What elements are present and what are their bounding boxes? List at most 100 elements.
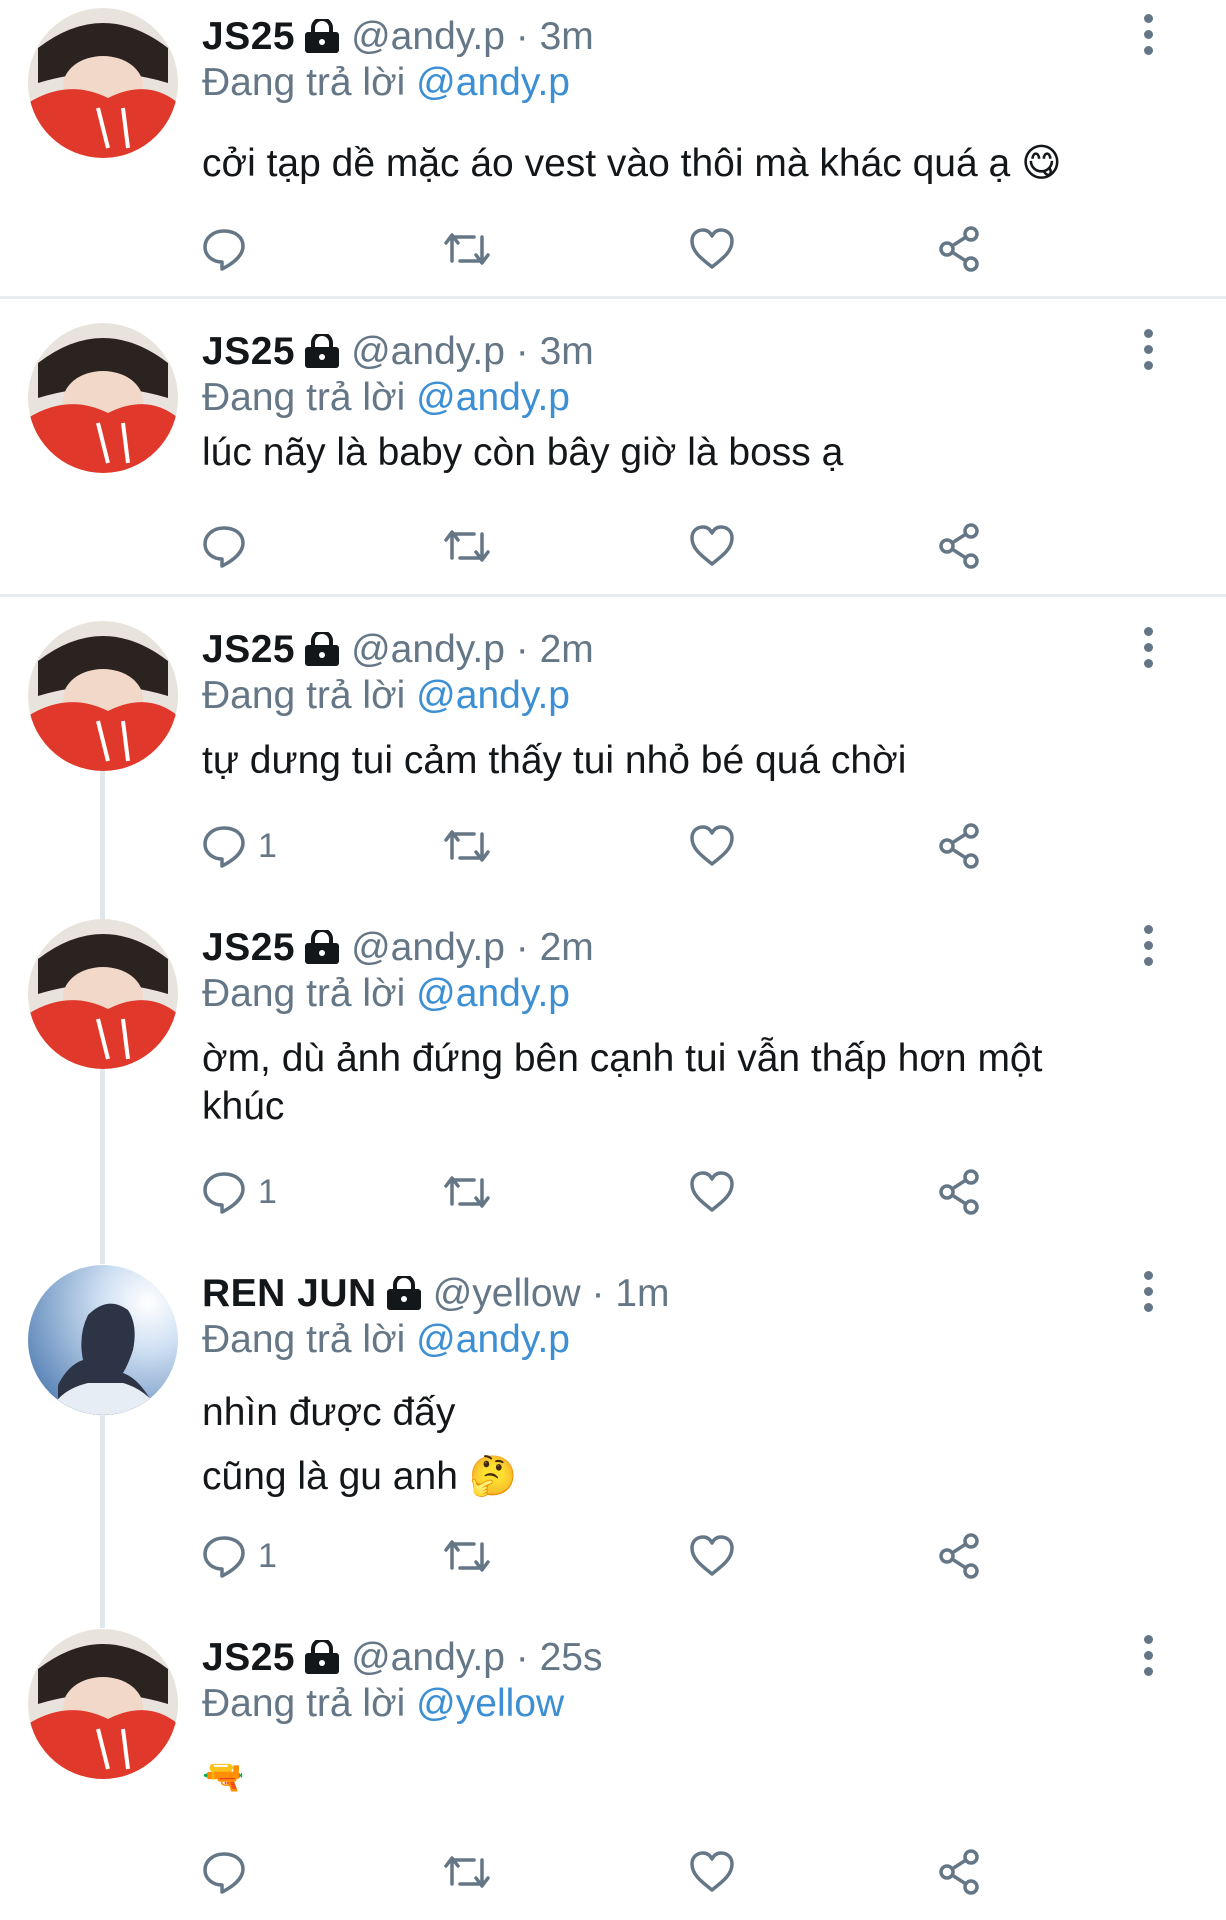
reply-button[interactable]: 1 [200, 1529, 277, 1583]
tweet[interactable]: JS25 @andy.p · 25s Đang trả lời @yellow 🔫 [0, 1605, 1226, 1920]
reply-mention[interactable]: @andy.p [416, 376, 570, 419]
more-vertical-icon[interactable] [1130, 14, 1166, 74]
display-name[interactable]: JS25 [202, 15, 295, 58]
user-handle[interactable]: @andy.p [351, 330, 505, 373]
more-vertical-icon[interactable] [1130, 1635, 1166, 1695]
timestamp[interactable]: 1m [615, 1272, 669, 1315]
more-vertical-icon[interactable] [1130, 925, 1166, 985]
tweet-actions [200, 1845, 1000, 1905]
timestamp[interactable]: 25s [540, 1636, 603, 1679]
lock-icon [303, 630, 341, 677]
display-name[interactable]: JS25 [202, 1636, 295, 1679]
tweet[interactable]: JS25 @andy.p · 3m Đang trả lời @andy.p cở… [0, 0, 1226, 296]
tweet-header: JS25 @andy.p · 2m [202, 627, 594, 677]
lock-icon [303, 332, 341, 379]
like-button[interactable] [688, 1845, 736, 1899]
reply-icon [203, 826, 245, 868]
heart-icon [690, 1171, 734, 1212]
share-icon [939, 1169, 979, 1215]
reply-button[interactable]: 1 [200, 819, 277, 873]
reply-count: 1 [258, 826, 277, 865]
tweet-text: tự dưng tui cảm thấy tui nhỏ bé quá chời [202, 737, 1142, 785]
tweet-header: JS25 @andy.p · 3m [202, 14, 594, 64]
like-button[interactable] [688, 1529, 736, 1583]
display-name[interactable]: JS25 [202, 926, 295, 969]
more-vertical-icon[interactable] [1130, 329, 1166, 389]
reply-button[interactable] [200, 222, 258, 276]
tweet[interactable]: JS25 @andy.p · 2m Đang trả lời @andy.p tự… [0, 597, 1226, 895]
timestamp[interactable]: 3m [540, 15, 594, 58]
tweet[interactable]: REN JUN @yellow · 1m Đang trả lời @andy.p… [0, 1241, 1226, 1605]
tweet-actions: 1 [200, 1529, 1000, 1589]
heart-icon [690, 1851, 734, 1892]
tweet[interactable]: JS25 @andy.p · 2m Đang trả lời @andy.p ờm… [0, 895, 1226, 1241]
more-vertical-icon[interactable] [1130, 627, 1166, 687]
share-button[interactable] [935, 519, 985, 573]
retweet-button[interactable] [440, 819, 494, 873]
tweet-text: lúc nãy là baby còn bây giờ là boss ạ [202, 429, 1142, 477]
avatar[interactable] [28, 8, 178, 158]
like-button[interactable] [688, 519, 736, 573]
reply-prefix: Đang trả lời [202, 1682, 406, 1725]
avatar[interactable] [28, 621, 178, 771]
share-button[interactable] [935, 819, 985, 873]
timestamp[interactable]: 3m [540, 330, 594, 373]
reply-count: 1 [258, 1172, 277, 1211]
tweet-actions [200, 222, 1000, 282]
retweet-button[interactable] [440, 222, 494, 276]
reply-mention[interactable]: @andy.p [416, 674, 570, 717]
user-handle[interactable]: @andy.p [351, 1636, 505, 1679]
reply-context: Đang trả lời @andy.p [202, 673, 570, 719]
user-handle[interactable]: @andy.p [351, 926, 505, 969]
retweet-icon [444, 830, 490, 862]
share-button[interactable] [935, 1529, 985, 1583]
more-vertical-icon[interactable] [1130, 1271, 1166, 1331]
tweet[interactable]: JS25 @andy.p · 3m Đang trả lời @andy.p lú… [0, 299, 1226, 593]
separator-dot: · [515, 15, 529, 58]
reply-mention[interactable]: @andy.p [416, 1318, 570, 1361]
display-name[interactable]: JS25 [202, 330, 295, 373]
heart-icon [690, 525, 734, 566]
user-handle[interactable]: @andy.p [351, 15, 505, 58]
retweet-button[interactable] [440, 519, 494, 573]
reply-count: 1 [258, 1536, 277, 1575]
retweet-button[interactable] [440, 1165, 494, 1219]
display-name[interactable]: JS25 [202, 628, 295, 671]
tweet-text-line: nhìn được đấy [202, 1391, 456, 1434]
avatar[interactable] [28, 1265, 178, 1415]
like-button[interactable] [688, 819, 736, 873]
tweet-header: JS25 @andy.p · 2m [202, 925, 594, 975]
separator-dot: · [515, 330, 529, 373]
tweet-text-line: ờm, dù ảnh đứng bên cạnh tui vẫn thấp hơ… [202, 1037, 1043, 1128]
like-button[interactable] [688, 222, 736, 276]
lock-icon [303, 928, 341, 975]
avatar[interactable] [28, 323, 178, 473]
reply-mention[interactable]: @andy.p [416, 61, 570, 104]
tweet-actions [200, 519, 1000, 579]
user-handle[interactable]: @yellow [433, 1272, 581, 1315]
avatar[interactable] [28, 1629, 178, 1779]
timestamp[interactable]: 2m [540, 926, 594, 969]
reply-mention[interactable]: @yellow [416, 1682, 564, 1725]
reply-button[interactable]: 1 [200, 1165, 277, 1219]
tweet-header: REN JUN @yellow · 1m [202, 1271, 670, 1321]
user-handle[interactable]: @andy.p [351, 628, 505, 671]
share-button[interactable] [935, 1165, 985, 1219]
retweet-button[interactable] [440, 1845, 494, 1899]
share-button[interactable] [935, 1845, 985, 1899]
heart-icon [690, 825, 734, 866]
display-name[interactable]: REN JUN [202, 1272, 377, 1315]
avatar[interactable] [28, 919, 178, 1069]
timestamp[interactable]: 2m [540, 628, 594, 671]
reply-icon [203, 1536, 245, 1578]
reply-button[interactable] [200, 1845, 258, 1899]
avatar-image [28, 919, 178, 1069]
separator-dot: · [515, 628, 529, 671]
reply-icon [203, 229, 245, 271]
retweet-button[interactable] [440, 1529, 494, 1583]
share-icon [939, 823, 979, 869]
like-button[interactable] [688, 1165, 736, 1219]
share-button[interactable] [935, 222, 985, 276]
reply-button[interactable] [200, 519, 258, 573]
reply-mention[interactable]: @andy.p [416, 972, 570, 1015]
